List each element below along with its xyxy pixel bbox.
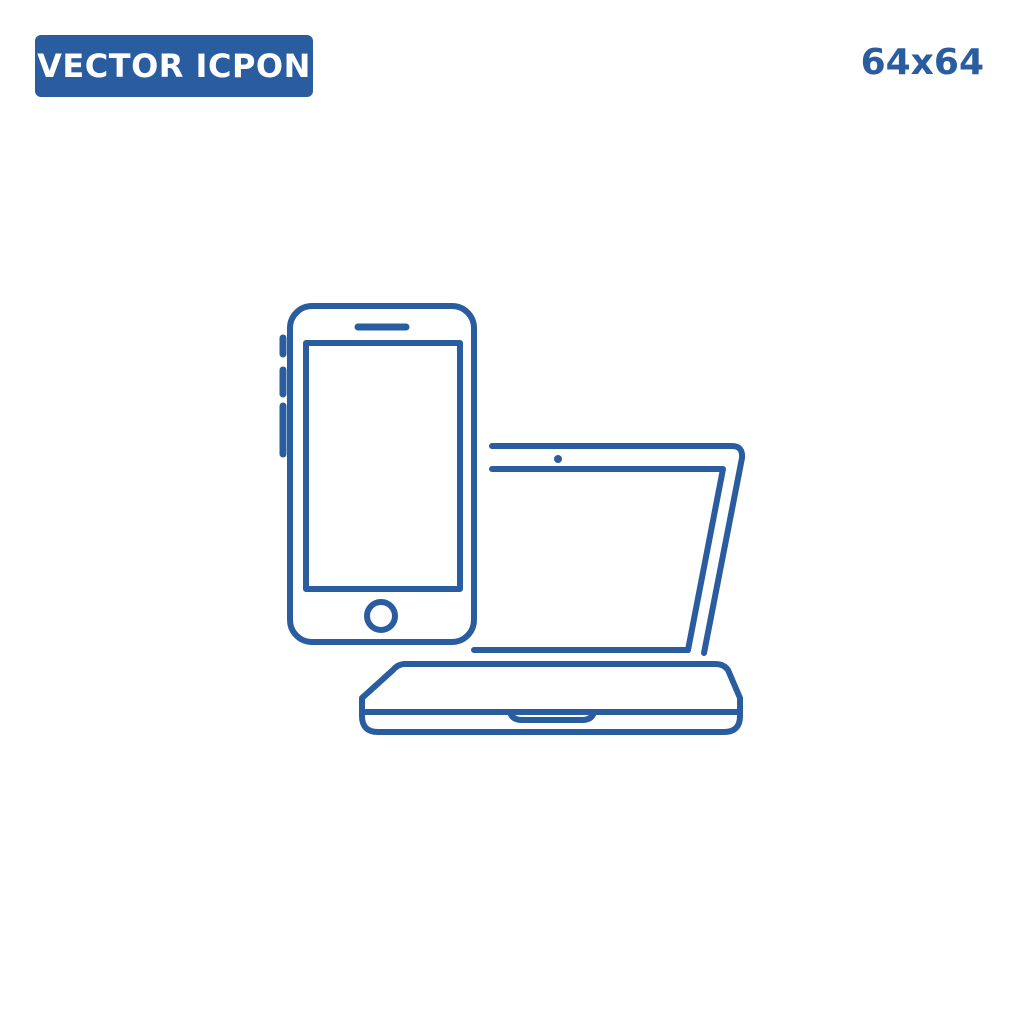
phone-home-button (364, 599, 398, 633)
smartphone-icon (279, 303, 477, 645)
laptop-lid-inner (471, 466, 726, 653)
laptop-camera (554, 455, 562, 463)
smartphone-laptop-icon (279, 303, 746, 735)
phone-screen (303, 340, 463, 592)
